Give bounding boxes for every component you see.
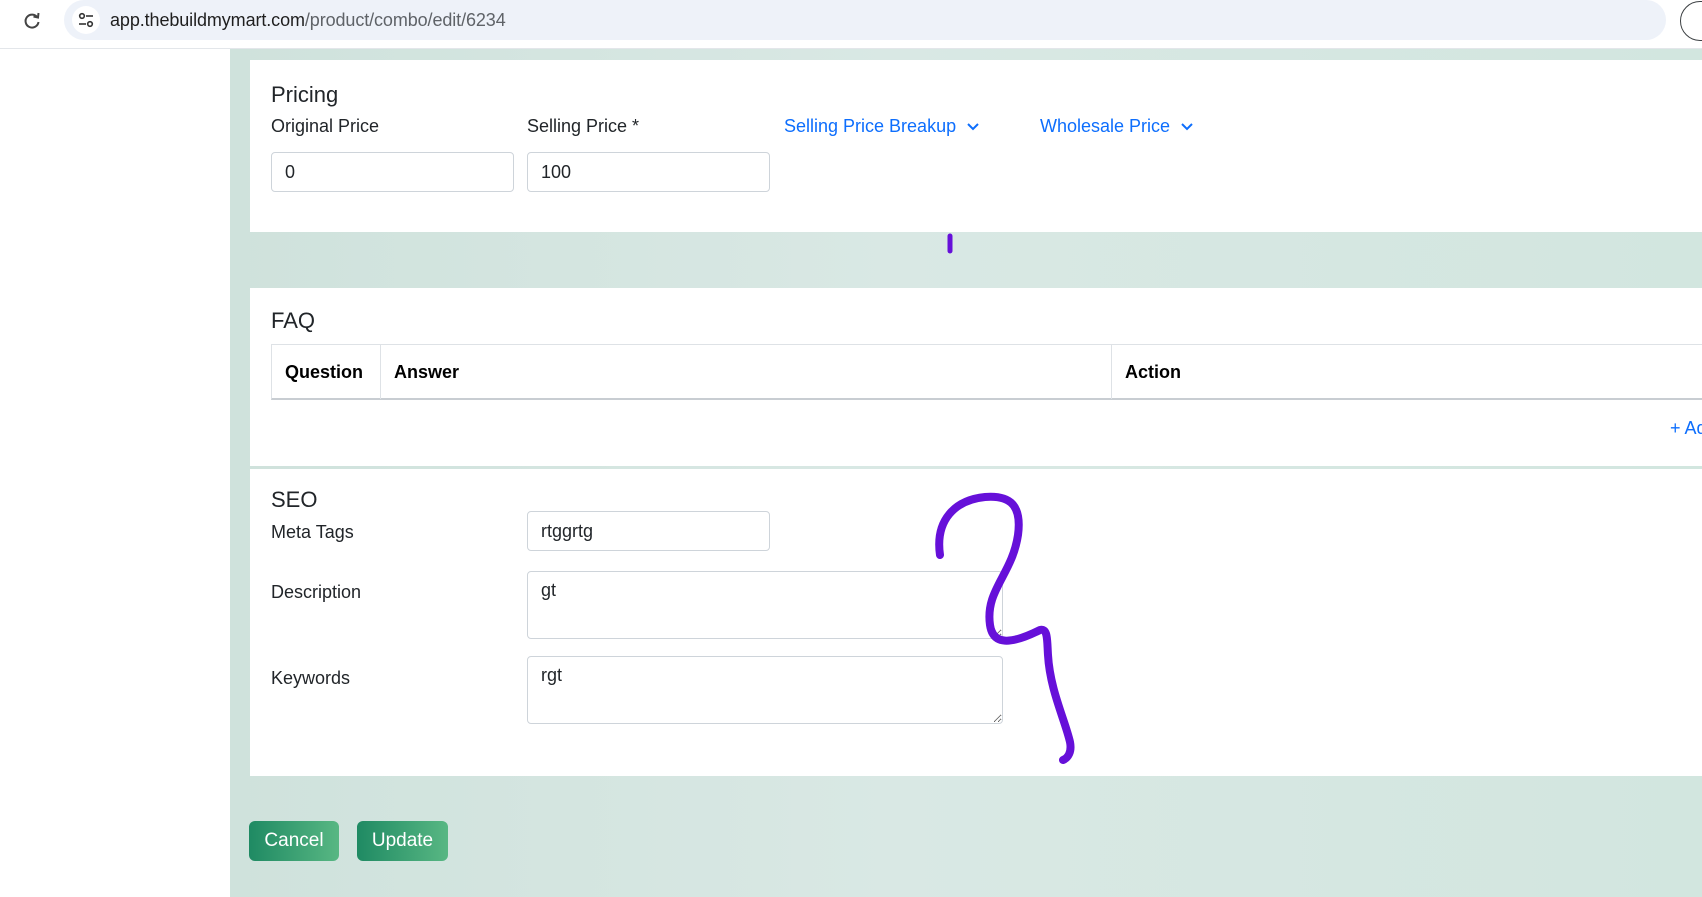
chevron-down-icon	[1181, 122, 1193, 130]
seo-title: SEO	[271, 487, 318, 512]
selling-price-breakup-label: Selling Price Breakup	[784, 116, 957, 136]
description-textarea[interactable]: gt	[527, 571, 1003, 639]
url-host: app.thebuildmymart.com	[110, 10, 305, 30]
selling-price-label: Selling Price *	[527, 116, 640, 136]
faq-column-answer: Answer	[381, 345, 1112, 399]
original-price-label: Original Price	[271, 116, 380, 136]
wholesale-price-label: Wholesale Price	[1040, 116, 1171, 136]
original-price-input[interactable]	[271, 152, 514, 192]
keywords-textarea[interactable]: rgt	[527, 656, 1003, 724]
url-path: /product/combo/edit/6234	[304, 10, 506, 30]
selling-price-breakup-toggle[interactable]: Selling Price Breakup	[784, 116, 980, 137]
address-bar[interactable]: app.thebuildmymart.com/product/combo/edi…	[64, 0, 1666, 40]
update-button[interactable]: Update	[357, 821, 448, 861]
meta-tags-label: Meta Tags	[271, 522, 354, 542]
faq-table: Question Answer Action	[271, 344, 1702, 400]
selling-price-input[interactable]	[527, 152, 770, 192]
faq-title: FAQ	[271, 308, 316, 333]
site-info-icon[interactable]	[72, 6, 100, 34]
keywords-label: Keywords	[271, 668, 351, 688]
faq-column-action: Action	[1125, 361, 1181, 382]
pricing-title: Pricing	[271, 82, 339, 107]
seo-card: SEO Meta Tags Description gt Keywords rg…	[250, 469, 1702, 776]
chevron-down-icon	[967, 122, 979, 130]
wholesale-price-toggle[interactable]: Wholesale Price	[1040, 116, 1194, 137]
profile-icon[interactable]	[1680, 1, 1702, 41]
meta-tags-input[interactable]	[527, 511, 770, 551]
browser-toolbar: app.thebuildmymart.com/product/combo/edi…	[0, 0, 1702, 49]
reload-icon[interactable]	[19, 8, 45, 34]
faq-column-question: Question	[272, 345, 381, 399]
pricing-card: Pricing Original Price Selling Price * S…	[250, 60, 1702, 232]
add-faq-link[interactable]: + Ad	[1670, 418, 1702, 439]
description-label: Description	[271, 582, 362, 602]
faq-card: FAQ Question Answer Action + Ad	[250, 288, 1702, 466]
cancel-button[interactable]: Cancel	[249, 821, 339, 861]
url-text[interactable]: app.thebuildmymart.com/product/combo/edi…	[110, 10, 506, 31]
